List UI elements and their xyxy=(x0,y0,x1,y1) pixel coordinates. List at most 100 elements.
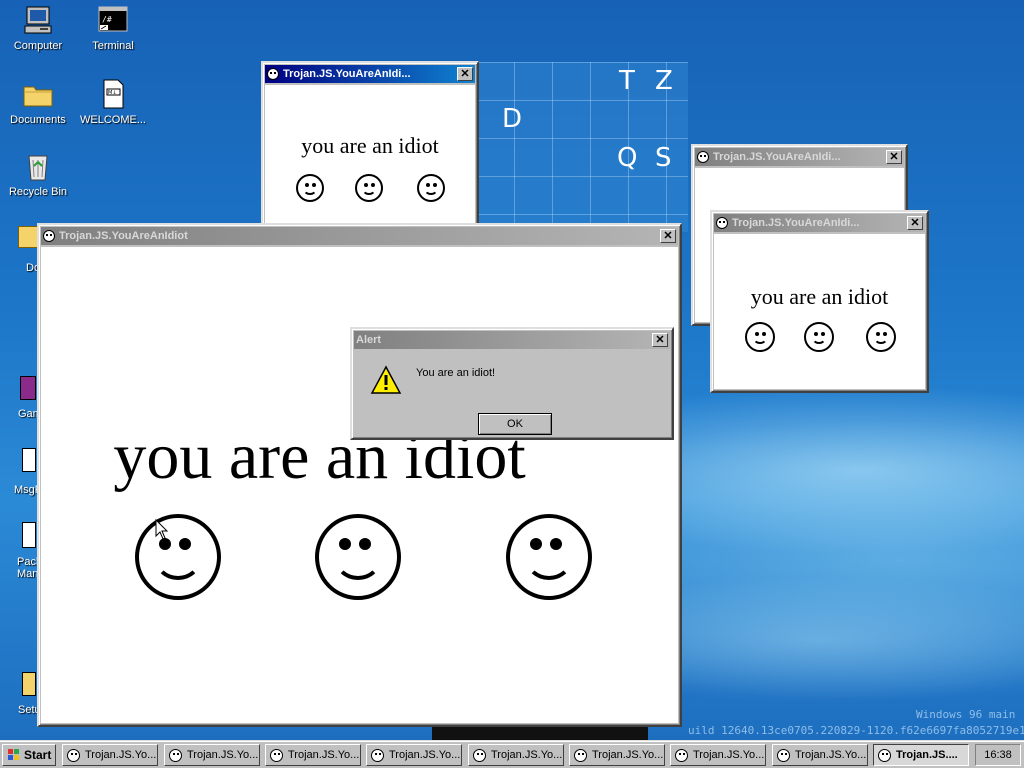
desktop-icon-label: Computer xyxy=(13,40,63,52)
grid-letter-z: Z xyxy=(655,66,673,96)
idiot-text: you are an idiot xyxy=(750,284,889,309)
alert-message: You are an idiot! xyxy=(416,367,496,379)
smiley-icon xyxy=(804,322,834,352)
svg-text:M↓: M↓ xyxy=(108,90,117,96)
taskbar-item[interactable]: Trojan.JS.Yo... xyxy=(772,744,868,766)
taskbar-item-label: Trojan.JS.Yo... xyxy=(795,749,867,761)
close-button[interactable]: ✕ xyxy=(457,67,473,81)
desktop-icon-computer[interactable]: Computer xyxy=(3,4,73,52)
taskbar-item-label: Trojan.JS.Yo... xyxy=(693,749,765,761)
desktop-icon-label: Recycle Bin xyxy=(8,186,68,198)
taskbar-item[interactable]: Trojan.JS.Yo... xyxy=(366,744,462,766)
taskbar-item[interactable]: Trojan.JS.Yo... xyxy=(569,744,665,766)
recycle-bin-icon xyxy=(22,150,54,182)
smiley-icon xyxy=(675,748,688,762)
smiley-icon xyxy=(878,748,891,762)
start-label: Start xyxy=(24,748,52,762)
smiley-icon xyxy=(296,174,324,202)
grid-letter-d: D xyxy=(502,104,523,134)
taskbar-item-active[interactable]: Trojan.JS.... xyxy=(873,744,969,766)
smiley-icon xyxy=(716,217,728,229)
taskbar-item[interactable]: Trojan.JS.Yo... xyxy=(670,744,766,766)
desktop-icon-label: Documents xyxy=(10,114,66,126)
taskbar-item-label: Trojan.JS.Yo... xyxy=(85,749,157,761)
desktop-icon-welcome[interactable]: M↓ WELCOME... xyxy=(78,78,148,126)
close-button[interactable]: ✕ xyxy=(660,229,676,243)
smiley-icon xyxy=(43,230,55,242)
taskbar-item-label: Trojan.JS.Yo... xyxy=(592,749,664,761)
document-icon: M↓ xyxy=(97,78,129,110)
window-title: Trojan.JS.YouAreAnIdi... xyxy=(732,217,860,229)
grid-letter-t: T xyxy=(619,66,635,96)
desktop-icon-label: WELCOME... xyxy=(79,114,146,126)
windows-logo-icon xyxy=(8,749,19,760)
smiley-icon xyxy=(866,322,896,352)
grid-letter-s: S xyxy=(655,143,672,173)
smiley-icon xyxy=(169,748,182,762)
os-watermark: Windows 96 main xyxy=(916,708,1016,721)
smiley-icon xyxy=(745,322,775,352)
mouse-cursor-icon xyxy=(155,519,169,540)
desktop-icon-label: Terminal xyxy=(92,40,134,52)
taskbar-item-label: Trojan.JS.Yo... xyxy=(389,749,461,761)
taskbar-item[interactable]: Trojan.JS.Yo... xyxy=(164,744,260,766)
taskbar-clock: 16:38 xyxy=(975,744,1021,766)
virus-window-small-top[interactable]: Trojan.JS.YouAreAnIdi... ✕ you are an id… xyxy=(261,61,479,243)
alert-dialog[interactable]: Alert ✕ You are an idiot! OK xyxy=(350,327,674,440)
smiley-icon xyxy=(777,748,790,762)
smiley-icon xyxy=(355,174,383,202)
smiley-icon xyxy=(506,514,592,600)
background-window-strip xyxy=(432,726,648,740)
taskbar-item-label: Trojan.JS.... xyxy=(896,749,958,761)
smiley-icon xyxy=(67,748,80,762)
window-titlebar[interactable]: Trojan.JS.YouAreAnIdiot ✕ xyxy=(41,227,678,245)
window-content: you are an idiot xyxy=(41,247,678,723)
close-button[interactable]: ✕ xyxy=(907,216,923,230)
smiley-icon xyxy=(417,174,445,202)
warning-icon xyxy=(370,365,402,394)
taskbar: Start Trojan.JS.Yo... Trojan.JS.Yo... Tr… xyxy=(0,740,1024,768)
smiley-icon xyxy=(270,748,283,762)
grid-letter-q: Q xyxy=(617,143,638,173)
window-titlebar[interactable]: Trojan.JS.YouAreAnIdi... ✕ xyxy=(695,148,904,166)
smiley-icon xyxy=(267,68,279,80)
alert-titlebar[interactable]: Alert ✕ xyxy=(354,331,670,349)
terminal-icon: /# xyxy=(97,4,129,36)
desktop-icon-label: Man xyxy=(17,568,39,580)
smiley-icon xyxy=(135,514,221,600)
taskbar-item[interactable]: Trojan.JS.Yo... xyxy=(265,744,361,766)
taskbar-item-label: Trojan.JS.Yo... xyxy=(491,749,563,761)
smiley-icon xyxy=(371,748,384,762)
close-button[interactable]: ✕ xyxy=(652,333,668,347)
smiley-icon xyxy=(574,748,587,762)
alert-content: You are an idiot! OK xyxy=(354,351,670,436)
window-title: Trojan.JS.YouAreAnIdi... xyxy=(713,151,841,163)
window-titlebar[interactable]: Trojan.JS.YouAreAnIdi... ✕ xyxy=(265,65,475,83)
alert-title: Alert xyxy=(356,334,382,346)
folder-icon xyxy=(22,78,54,110)
desktop-icon-recycle-bin[interactable]: Recycle Bin xyxy=(3,150,73,198)
taskbar-item-label: Trojan.JS.Yo... xyxy=(288,749,360,761)
taskbar-item-label: Trojan.JS.Yo... xyxy=(187,749,259,761)
close-button[interactable]: ✕ xyxy=(886,150,902,164)
virus-window-large[interactable]: Trojan.JS.YouAreAnIdiot ✕ you are an idi… xyxy=(37,223,682,727)
smiley-icon xyxy=(473,748,486,762)
desktop-icon-terminal[interactable]: /# Terminal xyxy=(78,4,148,52)
svg-text:/#: /# xyxy=(102,15,112,24)
window-content: you are an idiot xyxy=(714,234,925,389)
desktop-icon-documents[interactable]: Documents xyxy=(3,78,73,126)
taskbar-item[interactable]: Trojan.JS.Yo... xyxy=(62,744,158,766)
window-title: Trojan.JS.YouAreAnIdiot xyxy=(59,230,188,242)
smiley-icon xyxy=(315,514,401,600)
computer-icon xyxy=(22,4,54,36)
smiley-icon xyxy=(697,151,709,163)
start-button[interactable]: Start xyxy=(2,744,56,766)
window-content: you are an idiot xyxy=(265,85,475,239)
ok-button[interactable]: OK xyxy=(478,413,552,435)
idiot-text: you are an idiot xyxy=(301,133,439,158)
taskbar-item[interactable]: Trojan.JS.Yo... xyxy=(468,744,564,766)
build-watermark: uild 12640.13ce0705.220829-1120.f62e6697… xyxy=(688,724,1024,737)
window-titlebar[interactable]: Trojan.JS.YouAreAnIdi... ✕ xyxy=(714,214,925,232)
window-title: Trojan.JS.YouAreAnIdi... xyxy=(283,68,411,80)
virus-window-small-right-front[interactable]: Trojan.JS.YouAreAnIdi... ✕ you are an id… xyxy=(710,210,929,393)
